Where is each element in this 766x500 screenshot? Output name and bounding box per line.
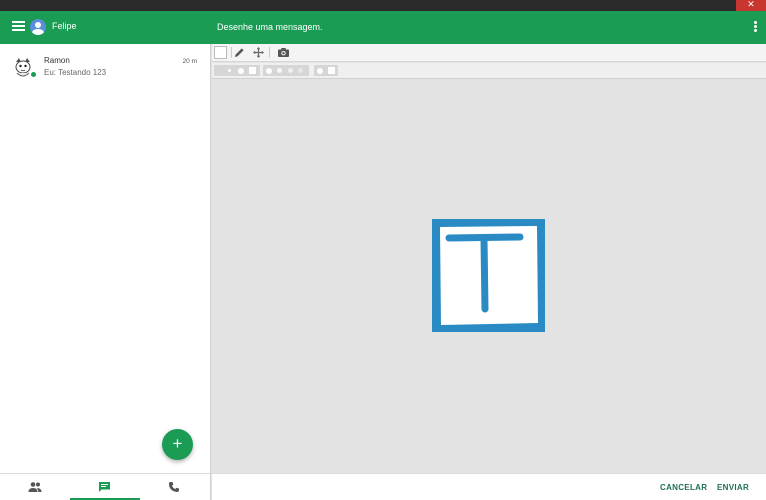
- cancel-button[interactable]: CANCELAR: [660, 483, 707, 492]
- window-titlebar: ✕: [0, 0, 766, 11]
- message-time: 20 m: [182, 58, 197, 65]
- brush-size-medium[interactable]: [238, 67, 244, 74]
- brush-size-small[interactable]: [228, 69, 231, 72]
- more-vert-icon[interactable]: [754, 21, 757, 33]
- pencil-icon[interactable]: [233, 46, 246, 59]
- drawing-area: [212, 44, 766, 473]
- opacity-option[interactable]: [277, 68, 282, 73]
- user-avatar[interactable]: [30, 19, 46, 35]
- chat-icon: [99, 482, 110, 492]
- shape-circle[interactable]: [317, 67, 323, 74]
- opacity-option[interactable]: [266, 67, 272, 74]
- brush-size-group[interactable]: [214, 65, 260, 76]
- tab-chats[interactable]: [70, 474, 140, 500]
- shape-square[interactable]: [328, 67, 335, 74]
- brush-size-large[interactable]: [249, 67, 256, 74]
- conversation-item[interactable]: Ramon Eu: Testando 123 20 m: [0, 50, 210, 86]
- camera-icon[interactable]: [277, 46, 290, 59]
- app-bar: Felipe Desenhe uma mensagem.: [0, 11, 766, 44]
- brush-options-toolbar: [212, 63, 766, 79]
- conversation-sidebar: Ramon Eu: Testando 123 20 m +: [0, 44, 211, 500]
- opacity-option[interactable]: [288, 68, 293, 73]
- drawing-toolbar: [212, 44, 766, 62]
- send-button[interactable]: ENVIAR: [717, 483, 749, 492]
- new-conversation-button[interactable]: +: [162, 429, 193, 460]
- tab-calls[interactable]: [140, 474, 210, 500]
- drawn-letter-t[interactable]: [432, 219, 545, 332]
- tab-contacts[interactable]: [0, 474, 70, 500]
- shape-group[interactable]: [314, 65, 338, 76]
- message-preview: Eu: Testando 123: [44, 68, 107, 77]
- online-status-dot: [30, 71, 37, 78]
- toolbar-divider: [231, 47, 232, 58]
- phone-icon: [169, 482, 179, 492]
- toolbar-divider: [269, 47, 270, 58]
- move-icon[interactable]: [252, 46, 265, 59]
- opacity-group[interactable]: [263, 65, 309, 76]
- hamburger-icon[interactable]: [12, 21, 25, 34]
- color-swatch[interactable]: [214, 46, 227, 59]
- drawing-actions-bar: CANCELAR ENVIAR: [212, 473, 766, 500]
- bottom-navigation: [0, 473, 210, 500]
- draw-title: Desenhe uma mensagem.: [217, 22, 323, 32]
- user-name: Felipe: [52, 21, 77, 31]
- window-close-button[interactable]: ✕: [736, 0, 766, 11]
- people-icon: [28, 482, 42, 492]
- opacity-option[interactable]: [298, 68, 303, 73]
- contact-name: Ramon: [44, 56, 70, 65]
